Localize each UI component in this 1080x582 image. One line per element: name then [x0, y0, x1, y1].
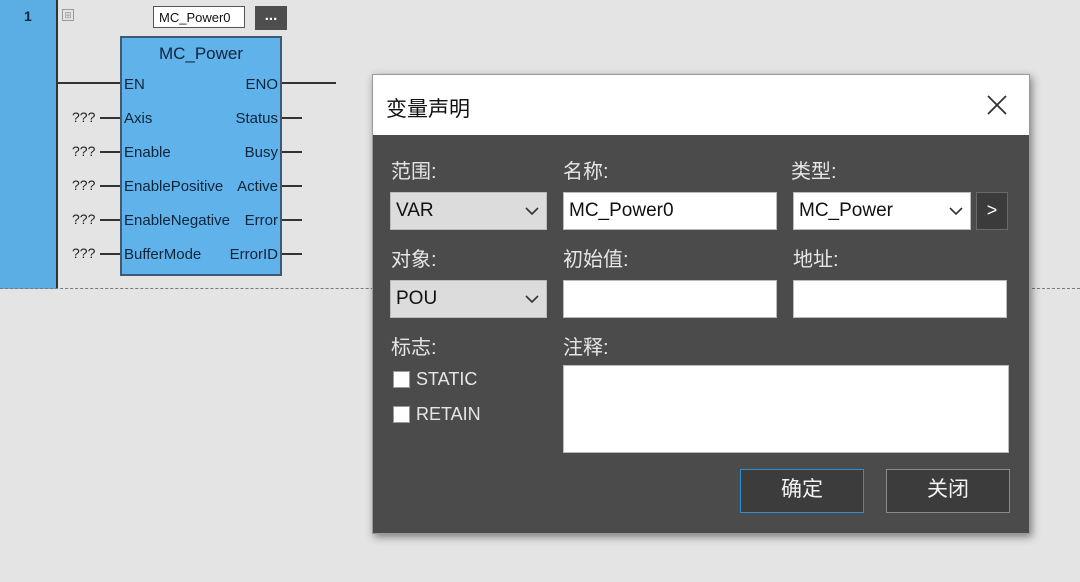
function-block[interactable]: MC_Power EN Axis Enable EnablePositive E…: [120, 36, 282, 276]
type-value: MC_Power: [799, 200, 893, 221]
rung-gutter[interactable]: 1: [0, 0, 58, 289]
pin-en: EN: [124, 76, 145, 93]
chevron-down-icon: [949, 207, 963, 216]
buffer-mode-stub: [100, 253, 120, 255]
type-select[interactable]: MC_Power: [793, 192, 971, 230]
axis-value[interactable]: ???: [72, 109, 95, 125]
pin-status: Status: [235, 110, 278, 127]
pin-active: Active: [237, 178, 278, 195]
enable-positive-stub: [100, 185, 120, 187]
expand-icon[interactable]: ⊞: [62, 9, 74, 21]
eno-wire: [282, 82, 336, 84]
instance-browse-button[interactable]: ...: [255, 6, 287, 30]
busy-stub: [282, 151, 302, 153]
variable-declaration-dialog: 变量声明 范围: 名称: 类型: VAR MC_Power0 MC_Power …: [372, 74, 1030, 534]
static-checkbox[interactable]: [393, 371, 410, 388]
pin-axis: Axis: [124, 110, 153, 127]
error-id-stub: [282, 253, 302, 255]
close-icon[interactable]: [985, 93, 1009, 117]
en-wire: [58, 82, 120, 84]
name-label: 名称:: [563, 161, 609, 183]
pin-enable: Enable: [124, 144, 171, 161]
pin-enable-negative: EnableNegative: [124, 212, 230, 229]
rung-number: 1: [24, 8, 32, 24]
name-input[interactable]: MC_Power0: [563, 192, 777, 230]
pin-error: Error: [244, 212, 278, 229]
error-stub: [282, 219, 302, 221]
pin-enable-positive: EnablePositive: [124, 178, 224, 195]
object-label: 对象:: [391, 249, 437, 271]
chevron-down-icon: [525, 207, 539, 216]
dialog-titlebar[interactable]: 变量声明: [373, 75, 1029, 135]
initial-value-label: 初始值:: [563, 249, 629, 271]
retain-checkbox[interactable]: [393, 406, 410, 423]
instance-name-field[interactable]: MC_Power0: [153, 6, 245, 28]
status-stub: [282, 117, 302, 119]
function-block-title: MC_Power: [158, 44, 244, 63]
type-browse-button[interactable]: >: [976, 192, 1008, 230]
pin-buffer-mode: BufferMode: [124, 246, 202, 263]
enable-stub: [100, 151, 120, 153]
power-rail: [56, 0, 58, 289]
comment-textarea[interactable]: [563, 365, 1009, 453]
retain-checkbox-label: RETAIN: [416, 404, 481, 424]
enable-negative-value[interactable]: ???: [72, 211, 95, 227]
object-value: POU: [396, 288, 438, 309]
buffer-mode-value[interactable]: ???: [72, 245, 95, 261]
type-label: 类型:: [791, 161, 837, 183]
scope-value: VAR: [396, 200, 434, 221]
scope-label: 范围:: [391, 161, 437, 183]
object-select[interactable]: POU: [390, 280, 547, 318]
initial-value-input[interactable]: [563, 280, 777, 318]
address-label: 地址:: [793, 249, 839, 271]
enable-positive-value[interactable]: ???: [72, 177, 95, 193]
pin-eno: ENO: [245, 76, 278, 93]
close-button[interactable]: 关闭: [886, 469, 1010, 513]
comment-label: 注释:: [563, 337, 609, 359]
static-checkbox-label: STATIC: [416, 369, 478, 389]
enable-negative-stub: [100, 219, 120, 221]
active-stub: [282, 185, 302, 187]
chevron-down-icon: [525, 295, 539, 304]
pin-error-id: ErrorID: [229, 246, 278, 263]
scope-select[interactable]: VAR: [390, 192, 547, 230]
address-input[interactable]: [793, 280, 1007, 318]
ok-button[interactable]: 确定: [740, 469, 864, 513]
pin-busy: Busy: [244, 144, 278, 161]
axis-stub: [100, 117, 120, 119]
flags-label: 标志:: [391, 337, 437, 359]
dialog-title: 变量声明: [386, 98, 470, 121]
enable-value[interactable]: ???: [72, 143, 95, 159]
